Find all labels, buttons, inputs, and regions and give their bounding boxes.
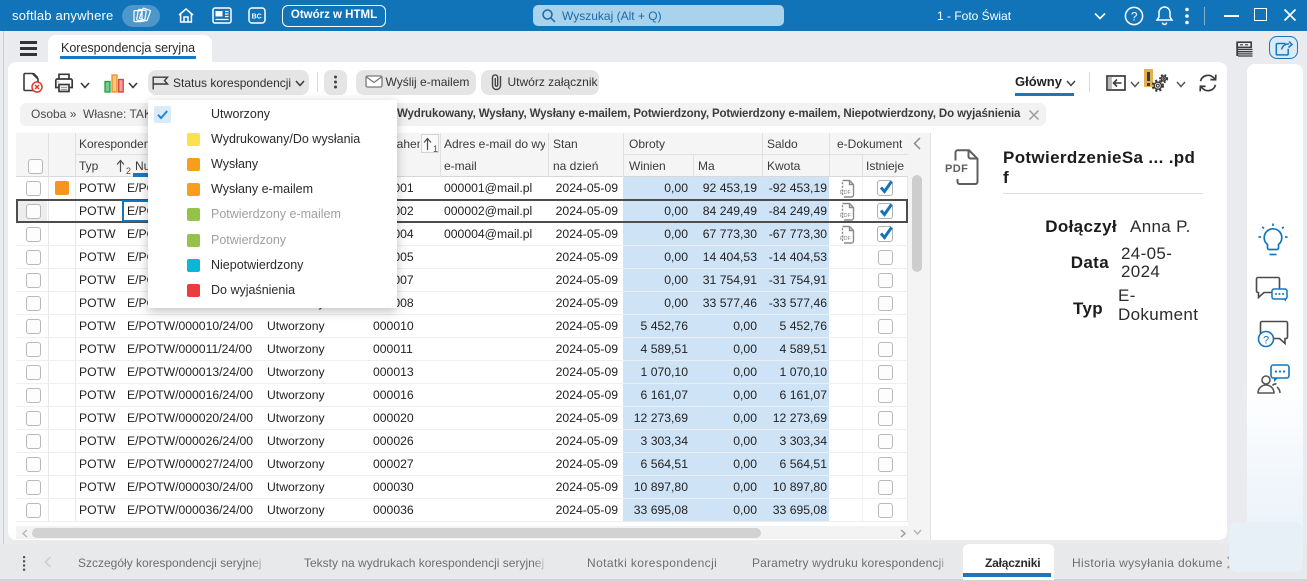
svg-text:PDF: PDF (840, 190, 852, 196)
svg-text:PDF: PDF (945, 163, 968, 175)
svg-text:BC: BC (252, 14, 262, 21)
svg-text:?: ? (1263, 335, 1269, 347)
svg-text:PDF: PDF (840, 236, 852, 242)
svg-text:?: ? (1131, 11, 1137, 23)
